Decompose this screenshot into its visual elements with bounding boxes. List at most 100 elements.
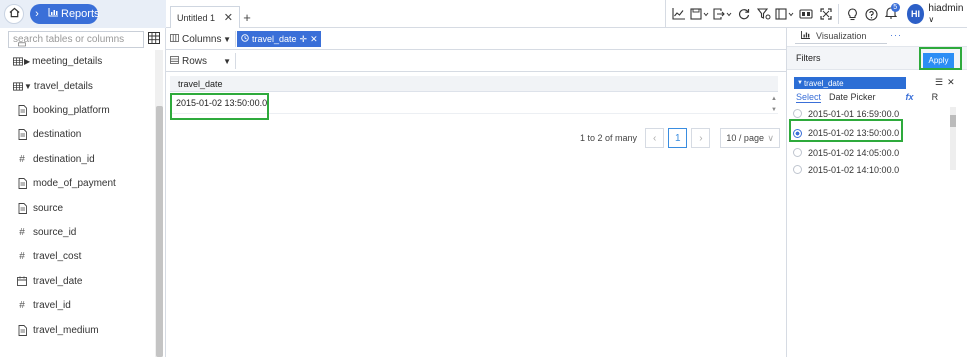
page-size-select[interactable]: 10 / page ∨	[720, 128, 780, 148]
radio-button[interactable]	[793, 165, 802, 174]
toolbar: 5 HI hiadmin ∨	[665, 0, 967, 28]
table-meeting-details[interactable]: ▶ meeting_details	[0, 49, 154, 74]
tab-visualization[interactable]: Visualization	[801, 31, 866, 41]
filter-settings-icon[interactable]	[754, 3, 773, 25]
calendar-icon	[17, 276, 27, 287]
caret-down-icon: ▼	[797, 80, 803, 86]
refresh-icon[interactable]	[735, 3, 754, 25]
tab-label: Untitled 1	[177, 12, 216, 23]
page-button[interactable]: 1	[668, 128, 688, 148]
notification-count-badge: 5	[890, 3, 900, 12]
divider	[795, 43, 887, 44]
columns-shelf: Columns ▼ travel_date ✛ ✕	[166, 28, 786, 50]
text-icon	[17, 178, 27, 190]
highlight-box	[919, 47, 962, 70]
lightbulb-icon[interactable]	[842, 3, 861, 25]
close-icon[interactable]: ✕	[310, 34, 318, 45]
filter-field-label: travel_date	[803, 78, 844, 88]
fullscreen-icon[interactable]	[816, 3, 835, 25]
table-scrollbar[interactable]: ▲ ▼	[770, 94, 778, 116]
chevron-down-icon: ∨	[767, 132, 774, 143]
export-icon[interactable]	[711, 3, 734, 25]
tab-untitled-1[interactable]: Untitled 1 ✕	[170, 6, 240, 28]
divider	[838, 4, 840, 24]
text-icon	[17, 202, 27, 214]
page-size-label: 10 / page	[726, 133, 764, 143]
options-scrollbar-thumb[interactable]	[950, 115, 956, 127]
breadcrumb-reports[interactable]: Reports	[42, 4, 100, 24]
field-travel-id[interactable]: # travel_id	[0, 294, 154, 318]
highlight-box	[170, 93, 269, 120]
number-icon: #	[19, 251, 25, 263]
filter-controls: ☰ ✕	[935, 77, 955, 88]
text-icon	[17, 129, 27, 141]
radio-button[interactable]	[793, 148, 802, 157]
move-icon[interactable]: ✛	[300, 34, 308, 45]
save-icon[interactable]	[688, 3, 711, 25]
breadcrumb: › Reports	[0, 0, 166, 28]
right-panel: Visualization ··· Filters Apply ▼ travel…	[786, 28, 967, 357]
caret-down-icon: ▼	[223, 34, 231, 44]
report-tabs: Untitled 1 ✕ +	[166, 0, 254, 28]
prev-page-button[interactable]: ‹	[645, 128, 665, 148]
filter-subtabs: Select Date Picker fx R	[796, 92, 946, 103]
home-button[interactable]	[4, 4, 24, 24]
rows-label: Rows	[182, 55, 208, 67]
pagination: 1 to 2 of many ‹ 1 › 10 / page ∨	[580, 128, 780, 148]
more-options-icon[interactable]: ···	[890, 30, 902, 40]
rows-dropdown[interactable]: Rows ▼	[170, 53, 236, 69]
table-travel-details[interactable]: ▼ travel_details	[0, 74, 154, 98]
field-destination[interactable]: destination	[0, 123, 154, 147]
filter-option[interactable]: 2015-01-02 14:05:00.0	[793, 144, 943, 161]
clock-icon	[241, 34, 249, 44]
add-tab-button[interactable]: +	[240, 6, 254, 28]
subtab-date-picker[interactable]: Date Picker	[829, 92, 876, 103]
field-travel-date[interactable]: travel_date	[0, 269, 154, 293]
rows-icon	[170, 55, 179, 67]
line-chart-icon[interactable]	[669, 3, 688, 25]
sidebar-scrollbar-thumb[interactable]	[156, 106, 163, 357]
close-icon[interactable]: ✕	[947, 77, 955, 88]
table-header-travel-date[interactable]: travel_date	[170, 76, 778, 92]
layout-icon[interactable]	[773, 3, 796, 25]
pagination-summary: 1 to 2 of many	[580, 133, 638, 143]
avatar[interactable]: HI	[906, 4, 925, 24]
field-source-id[interactable]: # source_id	[0, 220, 154, 244]
next-page-button[interactable]: ›	[691, 128, 711, 148]
table-icon	[13, 57, 23, 66]
help-icon[interactable]	[862, 3, 881, 25]
radio-button[interactable]	[793, 109, 802, 118]
field-source[interactable]: source	[0, 196, 154, 220]
field-travel-medium[interactable]: travel_medium	[0, 318, 154, 342]
rows-shelf: Rows ▼	[166, 50, 786, 72]
subtab-select[interactable]: Select	[796, 92, 822, 103]
field-list: ▭ ▶ meeting_details ▼ travel_details boo…	[0, 39, 154, 342]
filters-title: Filters	[796, 53, 821, 63]
field-travel-cost[interactable]: # travel_cost	[0, 245, 154, 269]
home-icon	[9, 7, 20, 21]
filter-option[interactable]: 2015-01-02 14:10:00.0	[793, 161, 943, 178]
user-menu[interactable]: hiadmin ∨	[928, 3, 967, 25]
columns-label: Columns	[182, 33, 222, 45]
theme-icon[interactable]	[796, 3, 815, 25]
filter-field-travel-date[interactable]: ▼ travel_date	[794, 77, 906, 89]
bar-chart-icon	[48, 8, 58, 20]
column-chip-travel-date[interactable]: travel_date ✛ ✕	[237, 31, 321, 47]
close-icon[interactable]: ✕	[224, 11, 233, 24]
bar-chart-icon	[801, 31, 810, 41]
text-icon	[17, 105, 27, 117]
field-booking-platform[interactable]: booking_platform	[0, 98, 154, 122]
subtab-fx[interactable]: fx	[906, 92, 914, 103]
field-mode-of-payment[interactable]: mode_of_payment	[0, 172, 154, 196]
columns-dropdown[interactable]: Columns ▼	[170, 31, 236, 47]
list-item[interactable]: ▭	[0, 39, 154, 49]
field-destination-id[interactable]: # destination_id	[0, 147, 154, 171]
breadcrumb-label: Reports	[61, 8, 100, 20]
username-label: hiadmin	[928, 3, 964, 14]
notifications-button[interactable]: 5	[881, 3, 900, 25]
top-bar: › Reports Untitled 1 ✕ + 5 HI hiadmin ∨	[0, 0, 967, 28]
report-canvas: Columns ▼ travel_date ✛ ✕ Rows ▼ travel_…	[166, 28, 786, 357]
text-icon: ▭	[17, 39, 27, 49]
subtab-r[interactable]: R	[932, 92, 939, 103]
list-icon[interactable]: ☰	[935, 77, 943, 88]
